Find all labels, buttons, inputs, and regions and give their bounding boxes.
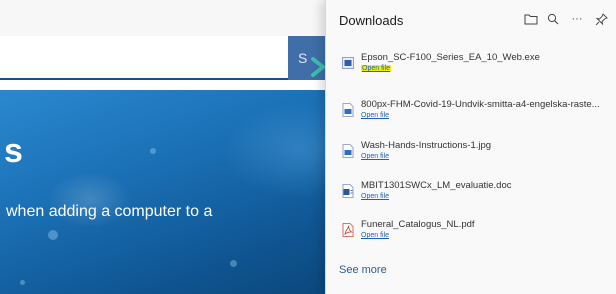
hero-title: s bbox=[4, 132, 23, 170]
hero-subtitle: when adding a computer to a bbox=[6, 203, 213, 220]
more-icon[interactable]: ··· bbox=[568, 10, 586, 28]
water-drop-decoration bbox=[230, 260, 237, 267]
water-drop-decoration bbox=[150, 148, 156, 154]
doc-file-icon bbox=[342, 184, 354, 198]
download-item[interactable]: Wash-Hands-Instructions-1.jpg Open file bbox=[326, 140, 616, 180]
image-file-icon bbox=[342, 103, 354, 117]
search-icon[interactable] bbox=[544, 10, 562, 28]
exe-file-icon bbox=[342, 57, 354, 69]
open-file-link[interactable]: Open file bbox=[361, 65, 392, 72]
water-drop-decoration bbox=[48, 230, 58, 240]
download-item[interactable]: 800px-FHM-Covid-19-Undvik-smitta-a4-enge… bbox=[326, 99, 616, 139]
download-filename: Wash-Hands-Instructions-1.jpg bbox=[361, 140, 492, 151]
download-filename: MBIT1301SWCx_LM_evaluatie.doc bbox=[361, 180, 512, 191]
page-gap bbox=[0, 80, 360, 90]
folder-icon[interactable] bbox=[522, 10, 540, 28]
pdf-file-icon bbox=[342, 223, 354, 237]
pin-icon[interactable] bbox=[592, 10, 610, 28]
site-search-button-label: S bbox=[298, 50, 308, 66]
download-filename: Funeral_Catalogus_NL.pdf bbox=[361, 219, 475, 230]
open-file-link[interactable]: Open file bbox=[361, 112, 389, 119]
site-search-input[interactable] bbox=[0, 36, 288, 80]
more-label: ··· bbox=[571, 13, 583, 25]
water-drop-decoration bbox=[20, 280, 25, 285]
open-file-link[interactable]: Open file bbox=[361, 153, 389, 160]
download-item[interactable]: MBIT1301SWCx_LM_evaluatie.doc Open file bbox=[326, 180, 616, 220]
downloads-title: Downloads bbox=[339, 13, 404, 28]
hero-banner: s when adding a computer to a bbox=[0, 90, 360, 294]
download-item[interactable]: Epson_SC-F100_Series_EA_10_Web.exe Open … bbox=[326, 52, 616, 92]
download-filename: 800px-FHM-Covid-19-Undvik-smitta-a4-enge… bbox=[361, 99, 600, 110]
see-more-link[interactable]: See more bbox=[339, 264, 387, 276]
download-item[interactable]: Funeral_Catalogus_NL.pdf Open file bbox=[326, 219, 616, 259]
open-file-link[interactable]: Open file bbox=[361, 193, 389, 200]
image-file-icon bbox=[342, 144, 354, 158]
open-file-link[interactable]: Open file bbox=[361, 232, 389, 239]
download-filename: Epson_SC-F100_Series_EA_10_Web.exe bbox=[361, 52, 540, 63]
downloads-panel: Downloads ··· Epson_SC-F100_Series_EA_10… bbox=[325, 0, 616, 294]
